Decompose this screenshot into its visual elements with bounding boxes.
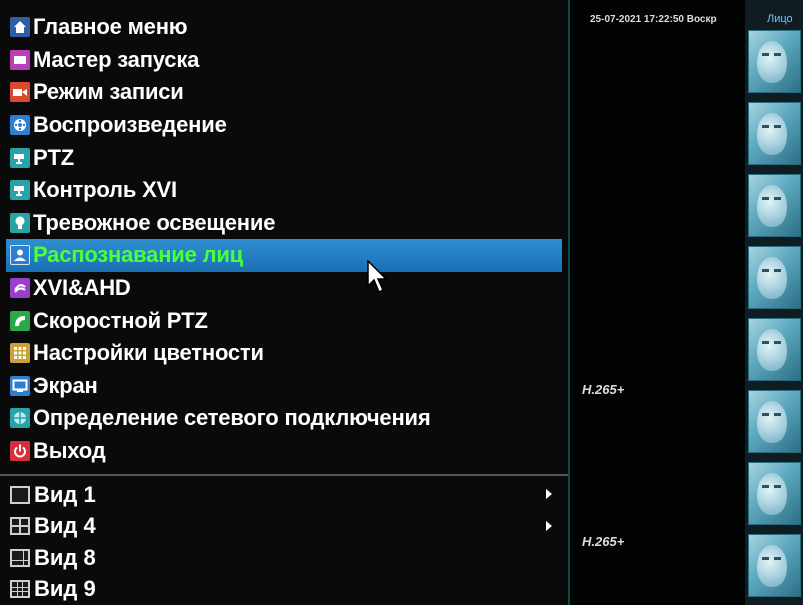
menu-item-playback[interactable]: Воспроизведение (10, 109, 562, 142)
view-8-icon (10, 548, 30, 567)
menu-item-main-menu[interactable]: Главное меню (10, 11, 562, 44)
face-thumbnail[interactable] (748, 174, 801, 237)
color-settings-icon (10, 343, 30, 364)
menu-item-label: Вид 4 (34, 513, 96, 539)
context-menu: Главное меню Мастер запуска Режим записи… (0, 0, 568, 605)
menu-item-label: Воспроизведение (33, 112, 227, 138)
face-thumbnail[interactable] (748, 30, 801, 93)
face-thumbnail[interactable] (748, 534, 801, 597)
view-1-icon (10, 485, 30, 504)
menu-item-xvi-control[interactable]: Контроль XVI (10, 174, 562, 207)
menu-item-screen[interactable]: Экран (10, 370, 562, 403)
menu-item-label: Тревожное освещение (33, 209, 276, 235)
face-recognition-icon (10, 245, 30, 266)
channel-border (568, 0, 570, 605)
menu-item-label: Скоростной PTZ (33, 307, 208, 333)
submenu-arrow-icon (546, 520, 552, 531)
datetime-overlay: 25-07-2021 17:22:50 Воскр (590, 14, 717, 25)
menu-item-label: Вид 9 (34, 576, 96, 602)
menu-item-label: Режим записи (33, 79, 184, 105)
menu-item-speed-ptz[interactable]: Скоростной PTZ (10, 304, 562, 337)
menu-item-label: Распознавание лиц (33, 242, 244, 268)
face-thumbnail[interactable] (748, 390, 801, 453)
wizard-icon (10, 49, 30, 70)
mouse-cursor-icon (367, 260, 388, 294)
menu-item-xvi-ahd[interactable]: XVI&AHD (10, 272, 562, 305)
face-thumbnail[interactable] (748, 102, 801, 165)
speed-ptz-icon (10, 310, 30, 331)
view-4-icon (10, 517, 30, 536)
menu-item-view-9[interactable]: Вид 9 (10, 574, 552, 605)
menu-item-face-recognition[interactable]: Распознавание лиц (6, 239, 562, 272)
menu-item-label: Экран (33, 372, 98, 398)
face-thumbnail[interactable] (748, 462, 801, 525)
menu-item-label: Вид 8 (34, 544, 96, 570)
codec-label: H.265+ (582, 534, 625, 549)
menu-item-label: XVI&AHD (33, 275, 131, 301)
record-icon (10, 82, 30, 103)
codec-label: H.265+ (582, 382, 625, 397)
face-thumbnail[interactable] (748, 246, 801, 309)
menu-item-record-mode[interactable]: Режим записи (10, 76, 562, 109)
face-snapshot-panel: Лицо (745, 0, 803, 605)
view-9-icon (10, 580, 30, 599)
menu-item-alarm-light[interactable]: Тревожное освещение (10, 207, 562, 240)
menu-item-view-1[interactable]: Вид 1 (10, 479, 552, 511)
menu-item-label: PTZ (33, 144, 74, 170)
network-detect-icon (10, 408, 30, 429)
video-preview[interactable]: 25-07-2021 17:22:50 Воскр H.265+ H.265+ … (568, 0, 803, 605)
submenu-arrow-icon (546, 489, 552, 499)
menu-item-view-8[interactable]: Вид 8 (10, 542, 552, 574)
menu-item-exit[interactable]: Выход (10, 435, 562, 468)
menu-list: Главное меню Мастер запуска Режим записи… (6, 11, 562, 468)
menu-item-label: Мастер запуска (33, 46, 200, 72)
menu-item-label: Выход (33, 438, 106, 464)
view-list: Вид 1 Вид 4 Вид 8 Вид 9 (10, 479, 552, 605)
menu-item-network-detect[interactable]: Определение сетевого подключения (10, 402, 562, 435)
menu-item-ptz[interactable]: PTZ (10, 141, 562, 174)
menu-separator (0, 474, 568, 476)
menu-item-label: Определение сетевого подключения (33, 405, 431, 431)
menu-item-view-4[interactable]: Вид 4 (10, 511, 552, 543)
menu-item-label: Настройки цветности (33, 340, 264, 366)
ptz-icon (10, 147, 30, 168)
face-thumbnail[interactable] (748, 318, 801, 381)
screen-icon (10, 375, 30, 396)
menu-item-color-settings[interactable]: Настройки цветности (10, 337, 562, 370)
menu-item-label: Контроль XVI (33, 177, 177, 203)
menu-item-label: Вид 1 (34, 481, 96, 507)
xvi-control-icon (10, 180, 30, 201)
home-icon (10, 17, 30, 38)
alarm-light-icon (10, 212, 30, 233)
menu-item-label: Главное меню (33, 14, 188, 40)
power-icon (10, 441, 30, 462)
xvi-ahd-icon (10, 278, 30, 299)
playback-icon (10, 115, 30, 136)
menu-item-startup-wizard[interactable]: Мастер запуска (10, 44, 562, 77)
face-panel-header: Лицо (767, 13, 793, 25)
